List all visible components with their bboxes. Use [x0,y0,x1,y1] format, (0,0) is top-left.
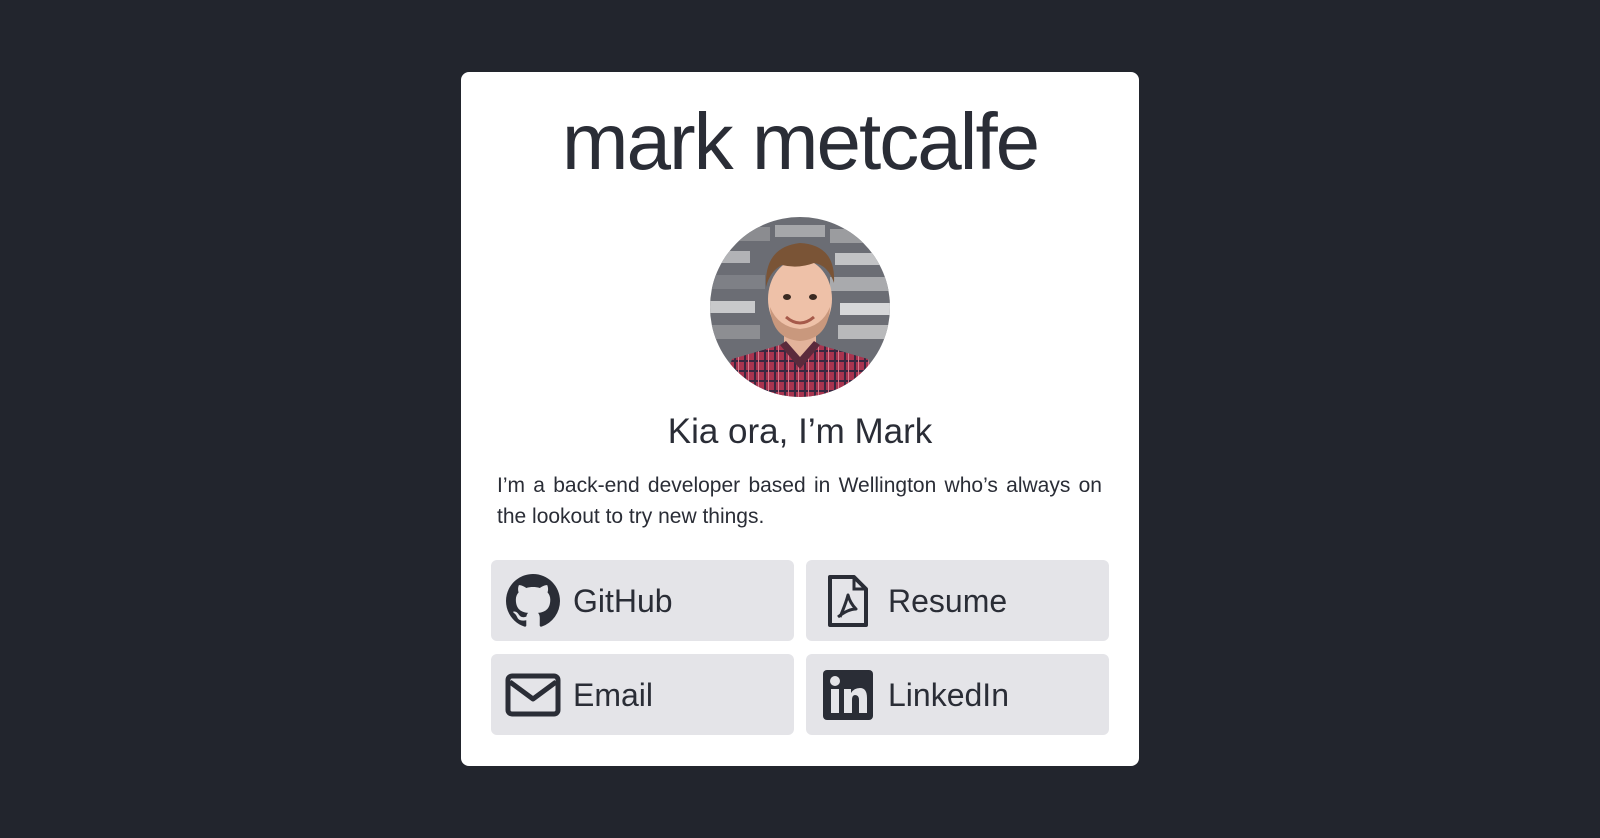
avatar-photo [710,217,890,397]
github-label: GitHub [573,582,673,619]
linkedin-label: LinkedIn [888,676,1009,713]
envelope-icon [505,667,561,723]
resume-button[interactable]: Resume [806,560,1109,641]
pdf-file-icon [820,573,876,629]
avatar [710,217,890,397]
github-button[interactable]: GitHub [491,560,794,641]
linkedin-icon [820,667,876,723]
linkedin-button[interactable]: LinkedIn [806,654,1109,735]
greeting-heading: Kia ora, I’m Mark [667,412,933,451]
links-grid: GitHub Resume Email LinkedIn [491,560,1109,735]
page-title: mark metcalfe [561,97,1040,186]
github-icon [505,573,561,629]
bio-text: I’m a back-end developer based in Wellin… [497,474,1102,528]
email-label: Email [573,676,654,713]
profile-card: mark metcalfe Kia ora, I’m Mark I’m a ba… [461,72,1139,766]
email-button[interactable]: Email [491,654,794,735]
resume-label: Resume [888,582,1008,619]
